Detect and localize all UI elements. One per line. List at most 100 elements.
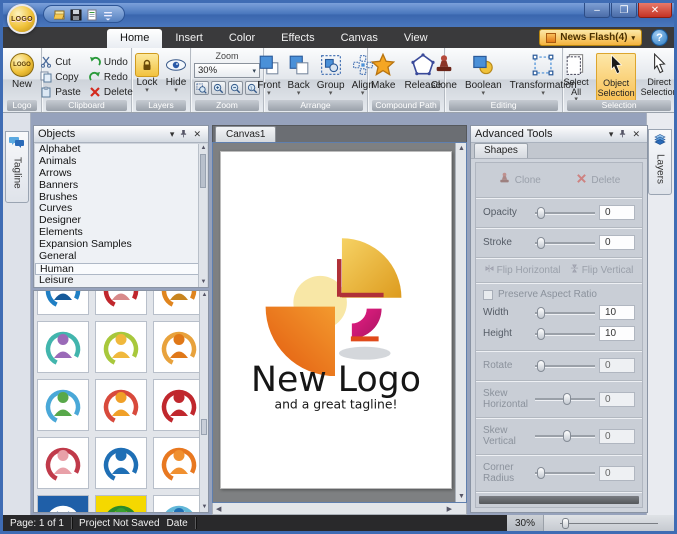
help-button[interactable]: ? [651, 29, 668, 46]
open-icon[interactable] [54, 8, 66, 20]
human-logo-thumb[interactable] [95, 290, 147, 315]
skew-vertical-slider[interactable] [535, 430, 595, 442]
zoom-out-icon[interactable] [228, 81, 243, 95]
panel-menu-icon[interactable]: ▾ [167, 129, 178, 140]
human-logo-thumb[interactable] [37, 437, 89, 489]
zoom-level-select[interactable]: 30%▾ [194, 63, 260, 78]
pin-icon[interactable] [177, 129, 190, 140]
canvas-vertical-scrollbar[interactable]: ▲ ▼ [455, 143, 466, 502]
close-button[interactable]: ✕ [638, 3, 672, 18]
clone-button[interactable]: Clone [431, 53, 457, 96]
canvas-viewport[interactable]: New Logo and a great tagline! ▲ ▼ [212, 142, 467, 503]
tagline-panel-tab[interactable]: Tagline [5, 131, 29, 203]
object-selection-button[interactable]: Object Selection [596, 53, 636, 102]
height-slider[interactable] [535, 328, 595, 340]
corner-radius-slider[interactable] [535, 467, 595, 479]
skew-vertical-value[interactable]: 0 [599, 429, 635, 444]
human-logo-thumb[interactable] [153, 290, 205, 315]
direct-selection-button[interactable]: Direct Selection [640, 53, 677, 102]
rotate-slider[interactable] [535, 360, 595, 372]
skew-horizontal-value[interactable]: 0 [599, 392, 635, 407]
cut-button[interactable]: Cut [40, 55, 81, 69]
layers-panel-tab[interactable]: Layers [648, 129, 672, 195]
boolean-button[interactable]: Boolean▾ [465, 53, 502, 96]
canvas-tab[interactable]: Canvas1 [215, 126, 276, 142]
canvas-horizontal-scrollbar[interactable]: ◀ ▶ [212, 503, 467, 515]
ribbon-tab[interactable]: View [391, 29, 441, 48]
stroke-slider[interactable] [535, 237, 595, 249]
panel-menu-icon[interactable]: ▾ [606, 129, 617, 140]
lock-button[interactable]: Lock▾ [135, 53, 159, 93]
preserve-aspect-ratio-checkbox[interactable] [483, 290, 493, 300]
thumbnails-scrollbar[interactable]: ▲ ▼ [199, 291, 208, 512]
human-logo-thumb[interactable] [37, 495, 89, 513]
panel-bottom-scrollbar[interactable] [479, 496, 639, 504]
objects-category-item[interactable]: Banners [35, 180, 207, 192]
delete-button[interactable]: Delete [89, 85, 133, 99]
back-button[interactable]: Back▾ [288, 53, 310, 96]
objects-category-item[interactable]: Leisure [35, 275, 207, 287]
human-logo-thumb[interactable] [37, 321, 89, 373]
objects-category-item[interactable]: General [35, 251, 207, 263]
front-button[interactable]: Front▾ [257, 53, 280, 96]
ribbon-tab[interactable]: Effects [268, 29, 327, 48]
rotate-value[interactable]: 0 [599, 358, 635, 373]
canvas-page[interactable]: New Logo and a great tagline! [220, 151, 452, 489]
ribbon: LOGO New Logo Cut Undo Copy Redo Paste D… [3, 48, 674, 113]
ribbon-tab[interactable]: Canvas [328, 29, 391, 48]
width-value[interactable]: 10 [599, 305, 635, 320]
human-logo-thumb[interactable] [153, 379, 205, 431]
app-logo-button[interactable]: LOGO [7, 4, 37, 34]
human-logo-thumb[interactable] [153, 495, 205, 513]
group-button[interactable]: Group▾ [317, 53, 345, 96]
human-logo-thumb[interactable] [95, 437, 147, 489]
close-panel-icon[interactable]: ✕ [629, 129, 643, 140]
human-logo-thumb[interactable] [37, 290, 89, 315]
ribbon-tab[interactable]: Color [216, 29, 268, 48]
new-logo-button[interactable]: LOGO New [6, 51, 38, 92]
redo-button[interactable]: Redo [89, 70, 133, 84]
objects-category-item[interactable]: Animals [35, 156, 207, 168]
customize-menu-icon[interactable] [102, 8, 114, 20]
flip-horizontal-button[interactable]: Flip Horizontal [485, 264, 561, 276]
status-zoom-value[interactable]: 30% [507, 515, 544, 531]
height-value[interactable]: 10 [599, 326, 635, 341]
human-logo-thumb[interactable] [95, 321, 147, 373]
hide-button[interactable]: Hide▾ [165, 53, 187, 93]
stroke-value[interactable]: 0 [599, 235, 635, 250]
delete-shape-button[interactable]: Delete [576, 173, 620, 187]
opacity-slider[interactable] [535, 207, 595, 219]
select-all-button[interactable]: Select All▾ [560, 53, 592, 102]
human-logo-thumb[interactable] [37, 379, 89, 431]
pin-icon[interactable] [616, 129, 629, 140]
width-slider[interactable] [535, 307, 595, 319]
maximize-button[interactable]: ❐ [611, 3, 637, 18]
undo-button[interactable]: Undo [89, 55, 133, 69]
human-logo-thumb[interactable] [153, 321, 205, 373]
objects-category-item[interactable]: Human [35, 263, 207, 275]
paste-button[interactable]: Paste [40, 85, 81, 99]
opacity-value[interactable]: 0 [599, 205, 635, 220]
ribbon-tab[interactable]: Home [107, 29, 162, 48]
objects-category-item[interactable]: Arrows [35, 168, 207, 180]
make-compound-button[interactable]: Make [371, 53, 395, 91]
zoom-selection-icon[interactable] [194, 81, 209, 95]
minimize-button[interactable]: – [584, 3, 610, 18]
human-logo-thumb[interactable] [95, 379, 147, 431]
clone-shape-button[interactable]: Clone [498, 172, 541, 188]
close-panel-icon[interactable]: ✕ [190, 129, 204, 140]
status-zoom-slider[interactable] [554, 515, 664, 531]
ribbon-tab[interactable]: Insert [162, 29, 216, 48]
objects-list-scrollbar[interactable]: ▲ ▼ [198, 144, 207, 287]
skew-horizontal-slider[interactable] [535, 393, 595, 405]
new-icon[interactable] [86, 8, 98, 20]
shapes-tab[interactable]: Shapes [474, 143, 528, 158]
human-logo-thumb[interactable] [153, 437, 205, 489]
flip-vertical-button[interactable]: Flip Vertical [570, 264, 634, 276]
zoom-in-icon[interactable] [211, 81, 226, 95]
news-flash-button[interactable]: News Flash(4) ▾ [539, 29, 642, 46]
corner-radius-value[interactable]: 0 [599, 466, 635, 481]
human-logo-thumb[interactable] [95, 495, 147, 513]
save-icon[interactable] [70, 8, 82, 20]
copy-button[interactable]: Copy [40, 70, 81, 84]
